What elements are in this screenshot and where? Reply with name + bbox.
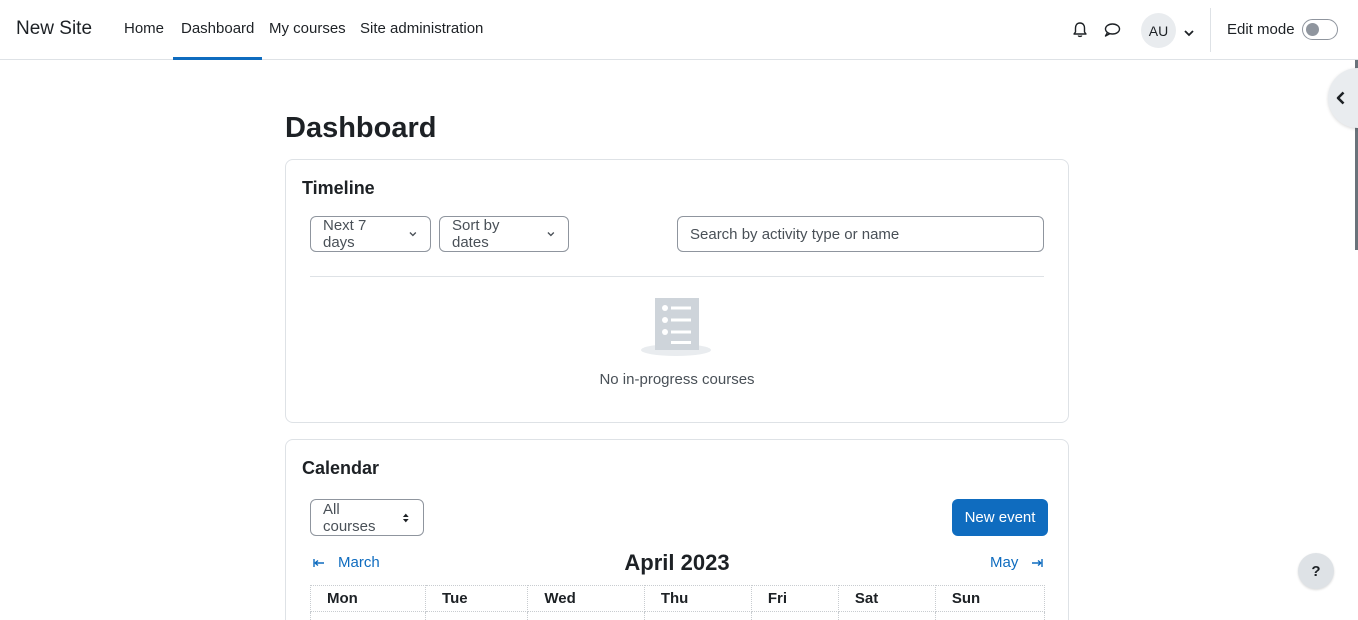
calendar-day-cell[interactable] xyxy=(643,611,752,620)
weekday-header: Sun xyxy=(934,585,1046,612)
page-title: Dashboard xyxy=(285,112,437,144)
calendar-title: Calendar xyxy=(302,458,380,478)
site-brand[interactable]: New Site xyxy=(16,18,92,40)
weekday-header: Wed xyxy=(527,585,645,612)
weekday-header: Mon xyxy=(309,585,427,612)
next-month-label: May xyxy=(990,554,1019,571)
calendar-day-cell[interactable] xyxy=(837,611,936,620)
current-month-heading: April 2023 xyxy=(624,550,730,575)
user-avatar[interactable]: AU xyxy=(1141,13,1176,48)
chevron-down-icon[interactable] xyxy=(1183,25,1195,37)
timeline-empty-message: No in-progress courses xyxy=(599,371,755,388)
chevron-down-icon xyxy=(409,232,417,237)
timeline-search-input[interactable] xyxy=(677,216,1044,252)
nav-link-site-administration[interactable]: Site administration xyxy=(360,20,483,37)
calendar-course-select[interactable]: All courses xyxy=(310,499,424,536)
calendar-day-cell[interactable] xyxy=(527,611,645,620)
navbar-divider xyxy=(1210,8,1211,52)
timeline-title: Timeline xyxy=(302,178,375,198)
timeline-block: Timeline Next 7 days Sort by dates No in… xyxy=(285,159,1069,423)
chevron-down-icon xyxy=(547,232,555,237)
weekday-header: Thu xyxy=(643,585,752,612)
weekday-header: Sat xyxy=(837,585,936,612)
timeline-day-filter[interactable]: Next 7 days xyxy=(310,216,431,252)
calendar-block: Calendar All courses New event March Apr… xyxy=(285,439,1069,620)
timeline-day-filter-label: Next 7 days xyxy=(323,217,367,251)
top-navbar: New Site Home Dashboard My courses Site … xyxy=(0,0,1358,60)
calendar-month-grid: Mon Tue Wed Thu Fri Sat Sun xyxy=(309,585,1046,620)
timeline-sort-filter-label: Sort by dates xyxy=(452,217,500,251)
chevron-left-icon xyxy=(1336,91,1345,105)
nav-link-dashboard[interactable]: Dashboard xyxy=(172,20,263,60)
weekday-header: Tue xyxy=(425,585,529,612)
chat-bubble-icon[interactable] xyxy=(1102,20,1122,40)
arrow-right-icon xyxy=(1032,558,1044,567)
open-block-drawer-button[interactable] xyxy=(1328,68,1358,128)
calendar-day-cell[interactable] xyxy=(934,611,1046,620)
select-arrows-icon xyxy=(403,513,410,522)
empty-list-icon xyxy=(641,298,711,356)
toggle-knob xyxy=(1306,23,1319,36)
weekday-header: Fri xyxy=(750,585,839,612)
help-button[interactable]: ? xyxy=(1298,553,1334,589)
timeline-sort-filter[interactable]: Sort by dates xyxy=(439,216,569,252)
calendar-day-cell[interactable] xyxy=(750,611,839,620)
divider xyxy=(310,276,1044,277)
bell-icon[interactable] xyxy=(1070,20,1090,40)
calendar-course-select-label: All courses xyxy=(323,500,376,535)
nav-link-home[interactable]: Home xyxy=(124,20,164,37)
next-month-link[interactable]: May xyxy=(990,554,1044,571)
edit-mode-label: Edit mode xyxy=(1227,21,1295,38)
nav-link-my-courses[interactable]: My courses xyxy=(269,20,346,37)
calendar-day-cell[interactable] xyxy=(425,611,529,620)
edit-mode-toggle[interactable] xyxy=(1302,19,1338,40)
new-event-button[interactable]: New event xyxy=(952,499,1048,536)
calendar-day-cell[interactable] xyxy=(309,611,427,620)
